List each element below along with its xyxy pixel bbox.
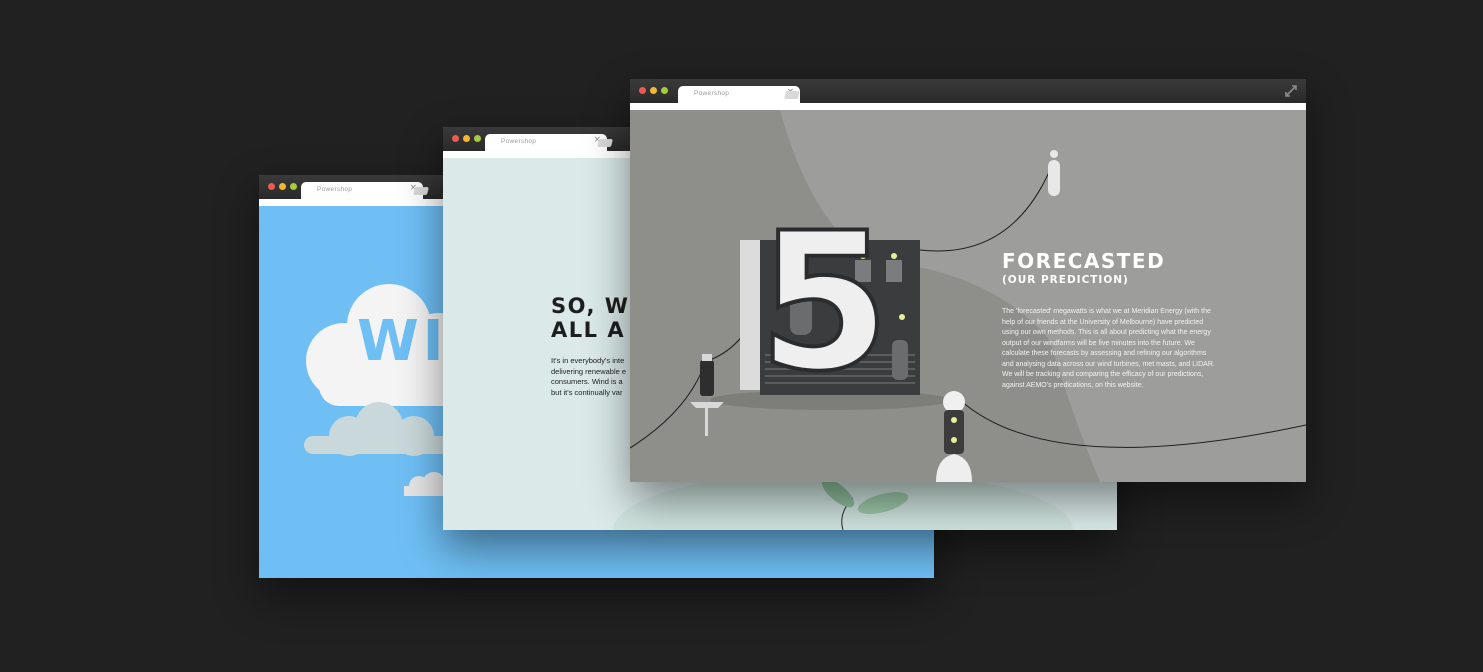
section-heading-line-1: SO, W: [551, 294, 630, 318]
body-line: and analysing data across our wind turbi…: [1002, 360, 1215, 368]
body-line: help of our friends at the University of…: [1002, 318, 1204, 326]
body-line: The 'forecasted' megawatts is what we at…: [1002, 308, 1211, 315]
section-heading: SO, W ALL A: [551, 294, 629, 342]
body-line: against AEMO's predications, on this web…: [1002, 381, 1144, 389]
body-line: We will be tracking and comparing the ef…: [1002, 371, 1204, 378]
browser-tab[interactable]: Powershop ×: [301, 182, 423, 199]
browser-tab[interactable]: Powershop ×: [678, 86, 800, 103]
big-number: 5: [756, 192, 892, 413]
minimize-window-dot[interactable]: [650, 87, 657, 94]
body-line: calculate these forecasts by assessing a…: [1002, 350, 1207, 357]
window-controls: [452, 135, 481, 142]
new-tab-button[interactable]: [413, 187, 429, 195]
browser-window-forecast: Powershop ×: [630, 79, 1306, 482]
close-window-dot[interactable]: [452, 135, 459, 142]
forecast-subheading: (OUR PREDICTION): [1002, 274, 1129, 286]
window-controls: [639, 87, 668, 94]
body-line: It's in everybody's inte: [551, 356, 625, 365]
browser-titlebar: Powershop ×: [630, 79, 1306, 103]
hero-word: WI: [357, 309, 448, 374]
expand-icon[interactable]: [1284, 84, 1298, 98]
body-line: delivering renewable e: [551, 366, 627, 376]
tab-title: Powershop: [317, 186, 353, 193]
page-viewport: 5 FORECASTED (OUR PREDICTION) The 'forec…: [630, 110, 1306, 482]
section-heading-line-2: ALL A: [551, 318, 626, 342]
forecast-body: The 'forecasted' megawatts is what we at…: [1002, 307, 1215, 391]
close-window-dot[interactable]: [639, 87, 646, 94]
forecast-illustration: [630, 110, 1306, 482]
minimize-window-dot[interactable]: [279, 183, 286, 190]
maximize-window-dot[interactable]: [661, 87, 668, 94]
forecast-heading: FORECASTED: [1002, 249, 1166, 273]
tab-title: Powershop: [501, 138, 537, 145]
body-line: output of our windfarms will be five min…: [1002, 339, 1195, 347]
new-tab-button[interactable]: [784, 91, 800, 99]
address-bar: [630, 103, 1306, 110]
section-body: It's in everybody's inte delivering rene…: [551, 356, 626, 398]
maximize-window-dot[interactable]: [474, 135, 481, 142]
browser-tab[interactable]: Powershop ×: [485, 134, 607, 151]
maximize-window-dot[interactable]: [290, 183, 297, 190]
tab-title: Powershop: [694, 90, 730, 97]
window-controls: [268, 183, 297, 190]
body-line: but it's continually var: [551, 387, 623, 397]
minimize-window-dot[interactable]: [463, 135, 470, 142]
body-line: consumers. Wind is a: [551, 377, 623, 386]
close-window-dot[interactable]: [268, 183, 275, 190]
body-line: using our own methods. This is all about…: [1002, 329, 1211, 336]
new-tab-button[interactable]: [597, 139, 613, 147]
